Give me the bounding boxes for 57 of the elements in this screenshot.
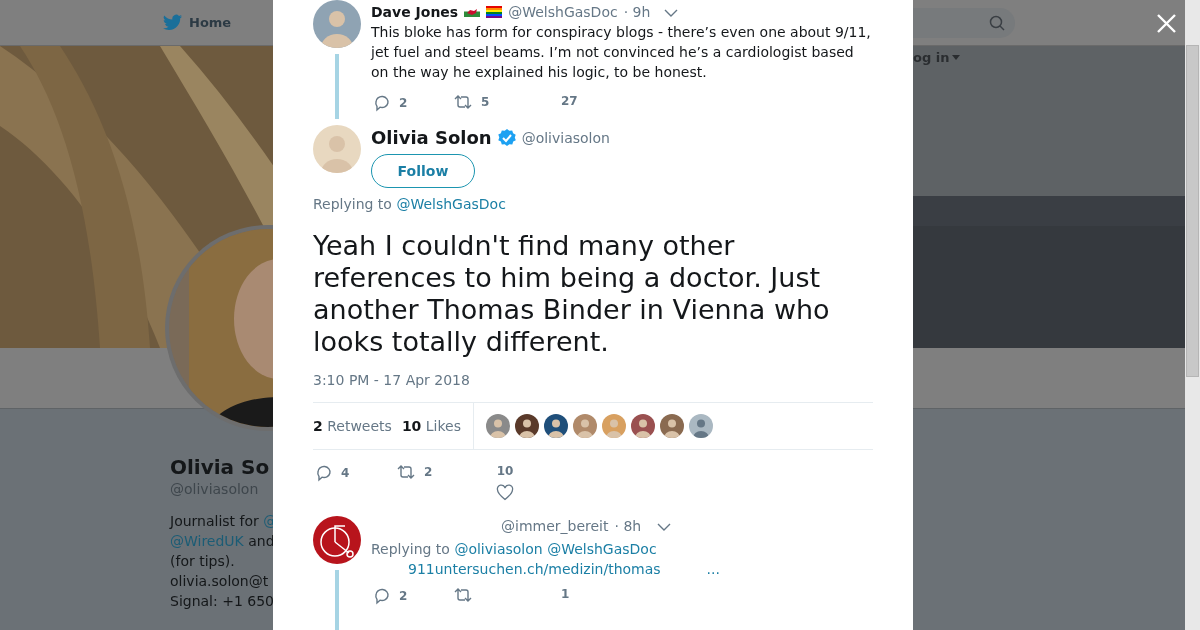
author-handle[interactable]: @immer_bereit <box>501 517 609 534</box>
flag-icon <box>464 6 481 17</box>
like-count: 10 <box>496 464 514 478</box>
reply-icon[interactable] <box>373 587 391 605</box>
mention-link[interactable]: @WelshGasDoc <box>396 196 506 212</box>
avatar[interactable] <box>544 414 569 438</box>
avatar[interactable] <box>689 414 714 438</box>
like-count: 27 <box>561 94 578 108</box>
tweet-timestamp[interactable]: 3:10 PM - 17 Apr 2018 <box>313 372 873 388</box>
retweet-icon[interactable] <box>453 587 473 603</box>
avatar[interactable] <box>515 414 540 438</box>
author-handle[interactable]: @WelshGasDoc <box>508 3 618 20</box>
tweet-time[interactable]: · 8h <box>614 517 642 534</box>
tweet-time[interactable]: · 9h <box>623 3 651 20</box>
reply-count: 2 <box>399 589 408 603</box>
reply-icon[interactable] <box>373 94 391 112</box>
retweets-stat[interactable]: 2 Retweets <box>313 418 392 434</box>
caret-icon[interactable] <box>664 9 679 17</box>
follow-button[interactable]: Follow <box>371 154 475 188</box>
close-icon[interactable] <box>1157 14 1176 33</box>
mention-link[interactable]: @oliviasolon <box>454 541 543 557</box>
tweet-text: Yeah I couldn't find many other references to him being a doctor. Just another Thomas Binder in Vienna who looks totally different. <box>313 230 831 358</box>
reply-count: 2 <box>399 96 408 110</box>
replying-label: Replying to <box>313 196 393 212</box>
like-count: 1 <box>561 587 570 601</box>
ellipsis-link[interactable]: ... <box>706 561 720 577</box>
author-name[interactable]: Olivia Solon <box>371 127 492 148</box>
bio-text: Journalist for <box>170 513 260 529</box>
retweet-icon[interactable] <box>453 94 473 110</box>
bio-text: Signal: +1 650 <box>170 593 274 609</box>
scrollbar[interactable] <box>1185 0 1200 630</box>
search-icon[interactable] <box>989 14 1005 31</box>
retweet-icon[interactable] <box>396 464 416 480</box>
home-tab[interactable]: Home <box>163 14 232 31</box>
retweet-count: 2 <box>424 465 433 479</box>
bio-text: (for tips). <box>170 553 235 569</box>
avatar[interactable] <box>660 414 685 438</box>
heart-icon[interactable] <box>496 484 514 501</box>
bio-text: olivia.solon@t <box>170 573 269 589</box>
mention-link[interactable]: @WelshGasDoc <box>547 541 657 557</box>
avatar[interactable] <box>631 414 656 438</box>
author-name[interactable]: Dave Jones <box>371 3 459 20</box>
rainbow-flag-icon <box>486 5 503 18</box>
bio-text: and <box>247 533 275 549</box>
retweet-count: 5 <box>481 95 490 109</box>
profile-name: Olivia So <box>170 455 270 479</box>
caret-icon <box>952 55 961 60</box>
caret-icon[interactable] <box>657 523 672 531</box>
tweet-text: This bloke has form for conspiracy blogs - there’s even one about 9/11, jet fuel and steel beams. I’m not convinced he’s a cardiologist based on the way he explained his logic, to be honest. <box>371 23 872 82</box>
avatar[interactable] <box>313 516 361 564</box>
reply-icon[interactable] <box>315 464 333 482</box>
author-handle[interactable]: @oliviasolon <box>521 129 610 146</box>
likes-stat[interactable]: 10 Likes <box>401 418 462 434</box>
bird-icon <box>163 14 183 31</box>
url-link[interactable]: 911untersuchen.ch/medizin/thomas <box>408 561 661 577</box>
reply-count: 4 <box>341 466 350 480</box>
replying-label: Replying to <box>371 541 451 557</box>
